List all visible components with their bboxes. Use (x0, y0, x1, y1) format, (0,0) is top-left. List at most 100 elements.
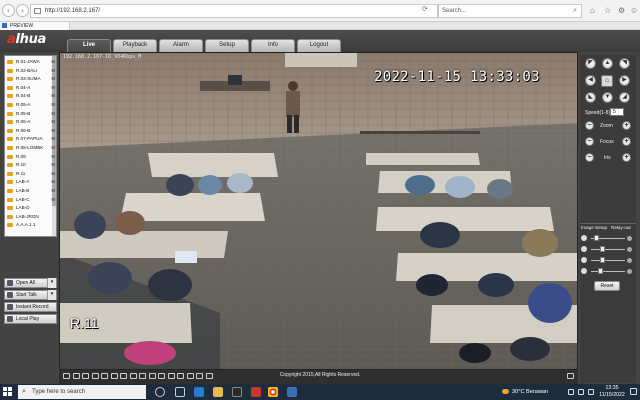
stream-type-label[interactable]: M (51, 135, 55, 143)
browser-tab-preview[interactable]: PREVIEW (0, 22, 70, 30)
stream-type-label[interactable]: M (51, 127, 55, 135)
app-icon[interactable] (251, 387, 261, 397)
brightness-slider[interactable] (580, 234, 636, 243)
stream-type-label[interactable]: M (51, 170, 55, 178)
chevron-down-icon[interactable]: ▾ (47, 290, 56, 300)
channel-item[interactable]: R.06-B M (5, 127, 56, 135)
refresh-icon[interactable]: ⟳ (422, 4, 428, 16)
channel-item[interactable]: LAB-JRGN (5, 213, 56, 221)
channel-item[interactable]: R.03-SUMA M (5, 75, 56, 83)
ptz-down-left-icon[interactable]: ◣ (585, 92, 596, 103)
channel-item[interactable]: R.09 M (5, 153, 56, 161)
live-video-view[interactable]: 192.168.2.167-16_904Kbps_M 2022-11-15 13… (59, 52, 578, 370)
weather-widget[interactable]: 30°C Berawan (502, 384, 548, 400)
stream-type-label[interactable]: M (51, 84, 55, 92)
ptz-up-right-icon[interactable]: ◥ (619, 58, 630, 69)
store-icon[interactable] (232, 387, 242, 397)
stream-type-label[interactable]: M (51, 101, 55, 109)
stream-type-label[interactable]: M (51, 196, 55, 204)
notification-icon[interactable] (630, 388, 637, 395)
tab-live[interactable]: Live (67, 39, 111, 52)
iris-out-icon[interactable]: − (585, 153, 594, 162)
search-icon[interactable]: ⌕ (573, 5, 577, 17)
stream-type-label[interactable]: M (51, 75, 55, 83)
speed-select[interactable]: 5 (610, 108, 624, 116)
channel-item[interactable]: R.05-B M (5, 110, 56, 118)
task-view-icon[interactable] (155, 387, 165, 397)
back-icon[interactable]: ‹ (2, 4, 15, 17)
tray-chevron-icon[interactable] (568, 389, 574, 395)
star-icon[interactable]: ☆ (604, 4, 611, 17)
taskbar-clock[interactable]: 13:35 11/15/2022 (597, 385, 627, 399)
channel-item[interactable]: R.07-PAPUA M (5, 135, 56, 143)
ptz-up-left-icon[interactable]: ◤ (585, 58, 596, 69)
focus-in-icon[interactable]: + (622, 137, 631, 146)
gear-icon[interactable]: ⚙ (618, 4, 625, 17)
stream-type-label[interactable]: M (51, 118, 55, 126)
channel-item[interactable]: R.10 M (5, 161, 56, 169)
tab-image-setup[interactable]: Image Setup (581, 224, 607, 232)
hue-slider[interactable] (580, 267, 636, 276)
ptz-home-icon[interactable]: ⌂ (601, 75, 613, 87)
channel-item[interactable]: LAB-B M (5, 187, 56, 195)
tab-info[interactable]: Info (251, 39, 295, 52)
task-switch-icon[interactable] (175, 387, 185, 397)
volume-icon[interactable] (588, 389, 594, 395)
chevron-down-icon[interactable]: ▾ (47, 278, 56, 288)
focus-out-icon[interactable]: − (585, 137, 594, 146)
contrast-slider[interactable] (580, 245, 636, 254)
stream-type-label[interactable]: M (51, 92, 55, 100)
zoom-in-icon[interactable]: + (622, 121, 631, 130)
reset-button[interactable]: Reset (594, 281, 620, 291)
channel-item[interactable]: R.04-A M (5, 84, 56, 92)
channel-item[interactable]: R.02-BALI M (5, 67, 56, 75)
network-icon[interactable] (578, 389, 584, 395)
channel-item[interactable]: R.04-B M (5, 92, 56, 100)
edge-icon[interactable] (194, 387, 204, 397)
saturation-slider[interactable] (580, 256, 636, 265)
channel-item[interactable]: LAB-C M (5, 196, 56, 204)
local-play-button[interactable]: Local Play (4, 314, 57, 324)
taskbar-search-input[interactable]: ⌕ Type here to search (18, 385, 146, 399)
channel-item[interactable]: R.08-LOMBK M (5, 144, 56, 152)
address-bar[interactable]: http://192.168.2.167/ (30, 4, 438, 18)
windows-start-icon[interactable] (3, 387, 13, 397)
chrome-icon[interactable] (268, 387, 278, 397)
browser-search-input[interactable]: Search... ⌕ (438, 4, 582, 18)
ptz-up-icon[interactable]: ▲ (602, 58, 613, 69)
iris-in-icon[interactable]: + (622, 153, 631, 162)
tab-setup[interactable]: Setup (205, 39, 249, 52)
ptz-right-icon[interactable]: ▶ (619, 75, 630, 86)
channel-item[interactable]: R.01-JAWA M (5, 58, 56, 66)
ptz-down-icon[interactable]: ▼ (602, 92, 613, 103)
ie-icon[interactable] (287, 387, 297, 397)
tab-alarm[interactable]: Alarm (159, 39, 203, 52)
home-icon[interactable]: ⌂ (590, 4, 595, 17)
channel-item[interactable]: R.06-A M (5, 118, 56, 126)
open-all-button[interactable]: Open All ▾ (4, 278, 57, 288)
stream-type-label[interactable]: M (51, 58, 55, 66)
ptz-down-right-icon[interactable]: ◢ (619, 92, 630, 103)
stream-type-label[interactable]: M (51, 110, 55, 118)
ptz-left-icon[interactable]: ◀ (585, 75, 596, 86)
tab-relay-out[interactable]: Relay-out (611, 224, 631, 232)
stream-type-label[interactable]: M (51, 187, 55, 195)
stream-type-label[interactable]: M (51, 144, 55, 152)
stream-type-label[interactable]: M (51, 178, 55, 186)
forward-icon[interactable]: › (16, 4, 29, 17)
channel-item[interactable]: LAB-A M (5, 178, 56, 186)
channel-item[interactable]: LAB-D (5, 204, 56, 212)
start-talk-button[interactable]: Start Talk ▾ (4, 290, 57, 300)
zoom-out-icon[interactable]: − (585, 121, 594, 130)
stream-type-label[interactable]: M (51, 153, 55, 161)
stream-type-label[interactable]: M (51, 161, 55, 169)
tab-playback[interactable]: Playback (113, 39, 157, 52)
channel-item[interactable]: A.A.A.1.1 (5, 221, 56, 229)
smiley-icon[interactable]: ☺ (630, 4, 638, 17)
channel-item[interactable]: R.11 M (5, 170, 56, 178)
stream-type-label[interactable]: M (51, 67, 55, 75)
file-explorer-icon[interactable] (213, 387, 223, 397)
channel-item[interactable]: R.05-A M (5, 101, 56, 109)
tab-logout[interactable]: Logout (297, 39, 341, 52)
instant-record-button[interactable]: Instant Record (4, 302, 57, 312)
